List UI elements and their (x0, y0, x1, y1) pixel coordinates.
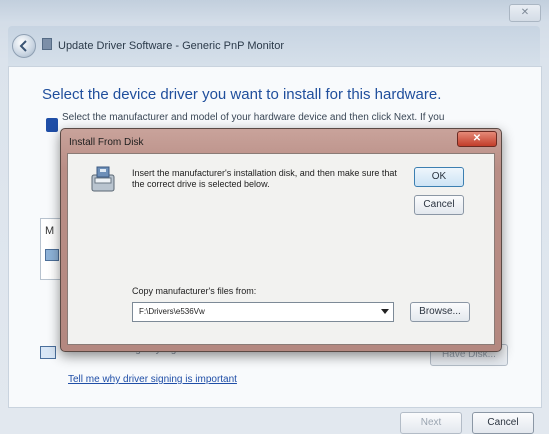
ok-button[interactable]: OK (414, 167, 464, 187)
dialog-close-button[interactable]: ✕ (457, 131, 497, 147)
wizard-title: Update Driver Software - Generic PnP Mon… (42, 38, 284, 52)
dialog-cancel-button[interactable]: Cancel (414, 195, 464, 215)
hardware-icon (46, 118, 58, 132)
manufacturer-list-header: M (45, 225, 55, 237)
device-icon (42, 38, 52, 50)
page-heading: Select the device driver you want to ins… (42, 86, 442, 103)
window-topbar: ✕ (0, 0, 549, 22)
signed-driver-icon (40, 346, 56, 359)
driver-signing-link[interactable]: Tell me why driver signing is important (68, 374, 237, 385)
next-button[interactable]: Next (400, 412, 462, 434)
dialog-title: Install From Disk (69, 137, 144, 148)
wizard-title-text: Update Driver Software - Generic PnP Mon… (58, 40, 284, 52)
source-path-value: F:\Drivers\e536Vw (139, 307, 205, 316)
back-button[interactable] (12, 34, 36, 58)
source-path-combobox[interactable]: F:\Drivers\e536Vw (132, 302, 394, 322)
browse-button[interactable]: Browse... (410, 302, 470, 322)
copy-files-label: Copy manufacturer's files from: (132, 286, 257, 296)
cancel-button[interactable]: Cancel (472, 412, 534, 434)
chevron-down-icon[interactable] (381, 309, 389, 314)
back-arrow-icon (19, 40, 27, 52)
monitor-icon (45, 249, 59, 261)
instruction-text: Select the manufacturer and model of you… (62, 112, 445, 123)
window-close-button[interactable]: ✕ (509, 4, 541, 22)
disk-drive-icon (91, 166, 115, 192)
dialog-instructions: Insert the manufacturer's installation d… (132, 168, 397, 189)
